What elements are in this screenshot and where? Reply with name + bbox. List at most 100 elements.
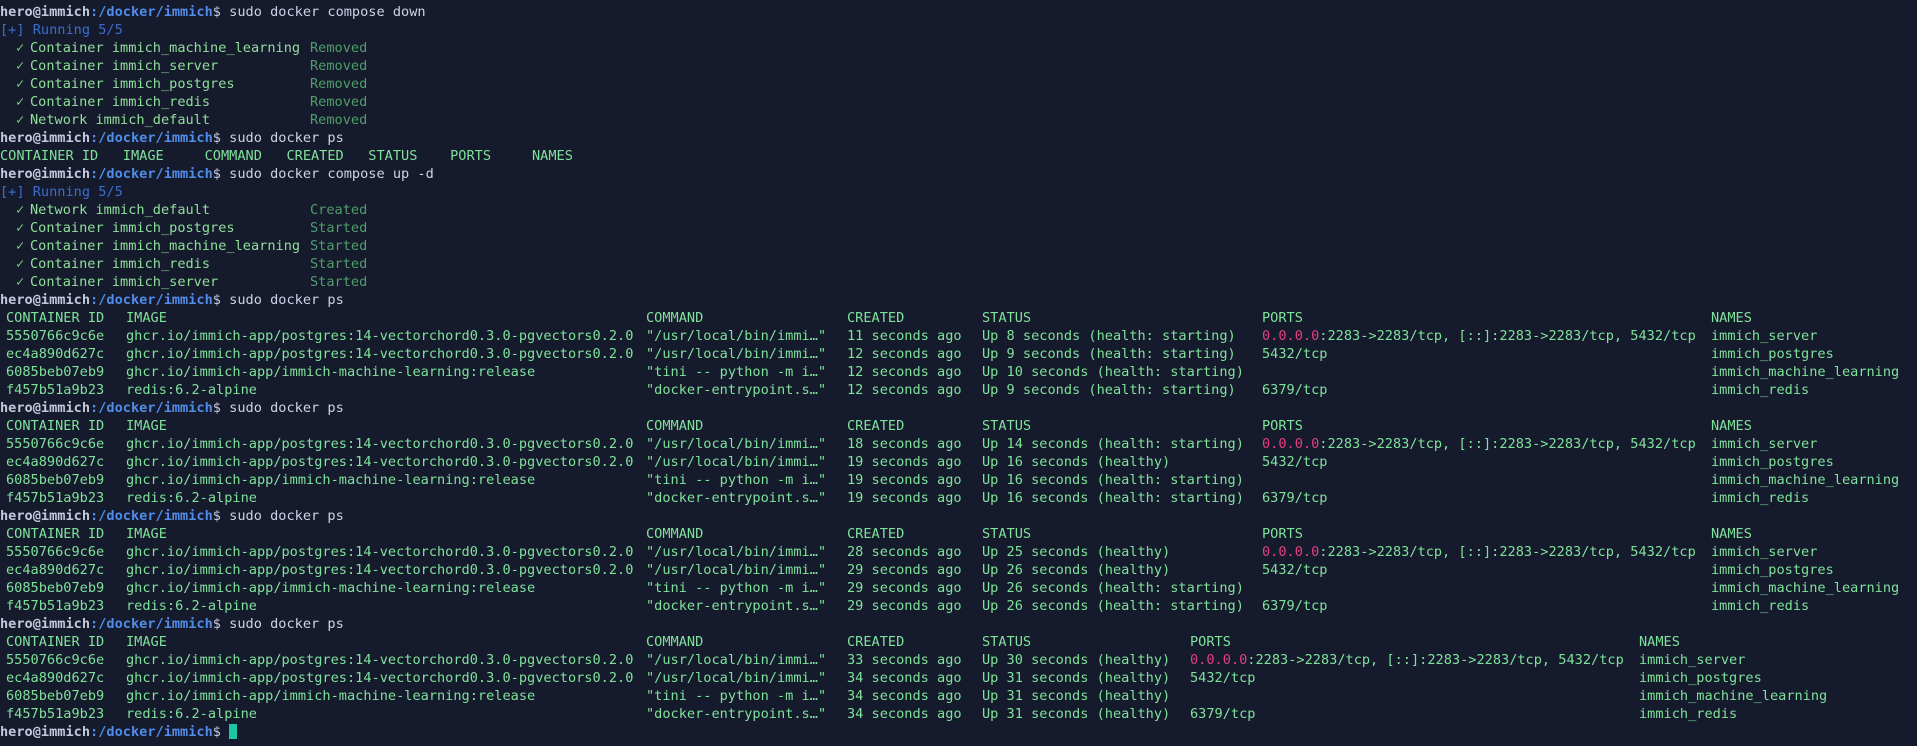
container-created: 29 seconds ago (847, 598, 962, 614)
column-header-names: NAMES (1711, 418, 1752, 434)
container-image: redis:6.2-alpine (126, 706, 257, 722)
container-created: 11 seconds ago (847, 328, 962, 344)
container-command: "tini -- python -m i…" (646, 580, 827, 596)
container-status: Up 31 seconds (healthy) (982, 670, 1171, 686)
container-command: "/usr/local/bin/immi…" (646, 328, 827, 344)
container-ports: 6379/tcp (1262, 489, 1327, 507)
column-header-ports: PORTS (1262, 310, 1303, 326)
container-command: "docker-entrypoint.s…" (646, 706, 827, 722)
compose-result-line: ✓ Network immich_default Removed (0, 111, 1917, 129)
column-header-names: NAMES (1711, 526, 1752, 542)
column-header-image: IMAGE (126, 526, 167, 542)
check-icon: ✓ (16, 256, 25, 272)
compose-result-line: ✓ Container immich_postgres Started (0, 219, 1917, 237)
container-ports: 6379/tcp (1262, 597, 1327, 615)
prompt-line: hero@immich:/docker/immich$ sudo docker … (0, 129, 1917, 147)
container-id: f457b51a9b23 (6, 490, 105, 506)
check-icon: ✓ (16, 112, 25, 128)
prompt-symbol: $ (212, 724, 230, 740)
container-status: Up 8 seconds (health: starting) (982, 328, 1236, 344)
resource-name: Container immich_postgres (30, 76, 235, 92)
resource-status: Started (310, 238, 368, 254)
check-icon: ✓ (16, 40, 25, 56)
column-header-id: CONTAINER ID (6, 634, 105, 650)
resource-name: Network immich_default (30, 202, 211, 218)
running-label: [+] Running 5/5 (0, 184, 123, 200)
container-status: Up 9 seconds (health: starting) (982, 346, 1236, 362)
container-image: ghcr.io/immich-app/immich-machine-learni… (126, 580, 536, 596)
container-name: immich_redis (1711, 490, 1810, 506)
check-icon: ✓ (16, 94, 25, 110)
container-image: ghcr.io/immich-app/immich-machine-learni… (126, 472, 536, 488)
container-image: ghcr.io/immich-app/postgres:14-vectorcho… (126, 670, 634, 686)
container-id: 5550766c9c6e (6, 328, 105, 344)
container-created: 12 seconds ago (847, 382, 962, 398)
running-status: [+] Running 5/5 (0, 21, 1917, 39)
column-header-status: STATUS (982, 634, 1032, 650)
prompt-path: :/docker/immich (90, 400, 213, 416)
container-name: immich_postgres (1639, 670, 1762, 686)
container-status: Up 16 seconds (health: starting) (982, 472, 1244, 488)
column-header-status: STATUS (982, 310, 1032, 326)
container-ports: 0.0.0.0:2283->2283/tcp, [::]:2283->2283/… (1262, 327, 1696, 345)
container-id: 6085beb07eb9 (6, 472, 105, 488)
container-created: 12 seconds ago (847, 346, 962, 362)
port-mapping: 5432/tcp (1262, 562, 1328, 578)
container-id: f457b51a9b23 (6, 382, 105, 398)
container-command: "docker-entrypoint.s…" (646, 598, 827, 614)
container-status: Up 31 seconds (healthy) (982, 688, 1171, 704)
container-command: "/usr/local/bin/immi…" (646, 436, 827, 452)
ps-row: f457b51a9b23 redis:6.2-alpine "docker-entr… (0, 489, 1917, 507)
prompt-symbol: $ (212, 166, 230, 182)
cursor-block[interactable] (229, 724, 238, 739)
port-ip: 0.0.0.0 (1262, 436, 1320, 452)
ps-row: 5550766c9c6e ghcr.io/immich-app/postgres:… (0, 327, 1917, 345)
prompt-symbol: $ (212, 292, 230, 308)
column-header-created: CREATED (847, 526, 905, 542)
prompt-symbol: $ (212, 130, 230, 146)
container-command: "/usr/local/bin/immi…" (646, 652, 827, 668)
column-header-status: STATUS (982, 418, 1032, 434)
check-icon: ✓ (16, 238, 25, 254)
column-header-status: STATUS (982, 526, 1032, 542)
container-status: Up 9 seconds (health: starting) (982, 382, 1236, 398)
column-header-created: CREATED (847, 634, 905, 650)
container-image: ghcr.io/immich-app/postgres:14-vectorcho… (126, 436, 634, 452)
container-id: ec4a890d627c (6, 670, 105, 686)
ps-header-row: CONTAINER ID IMAGE COMMAND CREATED STATUS POR… (0, 525, 1917, 543)
check-icon: ✓ (16, 58, 25, 74)
resource-status: Started (310, 274, 368, 290)
port-mapping: :2283->2283/tcp, [::]:2283->2283/tcp, 54… (1319, 328, 1696, 344)
port-ip: 0.0.0.0 (1262, 544, 1320, 560)
ps-header-row: CONTAINER ID IMAGE COMMAND CREATED STATUS POR… (0, 633, 1917, 651)
terminal-output[interactable]: hero@immich:/docker/immich$ sudo docker … (0, 0, 1917, 741)
container-created: 34 seconds ago (847, 670, 962, 686)
command-text: sudo docker ps (229, 508, 344, 524)
column-header-command: COMMAND (646, 418, 704, 434)
resource-name: Container immich_postgres (30, 220, 235, 236)
prompt-line: hero@immich:/docker/immich$ (0, 723, 1917, 741)
port-ip: 0.0.0.0 (1262, 328, 1320, 344)
port-mapping: 6379/tcp (1190, 706, 1256, 722)
port-mapping: 5432/tcp (1190, 670, 1256, 686)
container-command: "/usr/local/bin/immi…" (646, 544, 827, 560)
container-created: 28 seconds ago (847, 544, 962, 560)
ps-row: f457b51a9b23 redis:6.2-alpine "docker-entr… (0, 705, 1917, 723)
resource-status: Removed (310, 58, 368, 74)
check-icon: ✓ (16, 274, 25, 290)
port-mapping: 5432/tcp (1262, 454, 1328, 470)
container-image: ghcr.io/immich-app/postgres:14-vectorcho… (126, 346, 634, 362)
prompt-line: hero@immich:/docker/immich$ sudo docker … (0, 615, 1917, 633)
prompt-user-host: hero@immich (0, 616, 91, 632)
container-name: immich_postgres (1711, 454, 1834, 470)
prompt-user-host: hero@immich (0, 724, 91, 740)
container-name: immich_server (1639, 652, 1746, 668)
container-name: immich_machine_learning (1639, 688, 1828, 704)
port-mapping: 5432/tcp (1262, 346, 1328, 362)
container-id: ec4a890d627c (6, 346, 105, 362)
container-image: redis:6.2-alpine (126, 598, 257, 614)
container-status: Up 10 seconds (health: starting) (982, 364, 1244, 380)
container-ports: 5432/tcp (1190, 669, 1255, 687)
container-ports: 5432/tcp (1262, 345, 1327, 363)
column-header-ports: PORTS (1262, 418, 1303, 434)
